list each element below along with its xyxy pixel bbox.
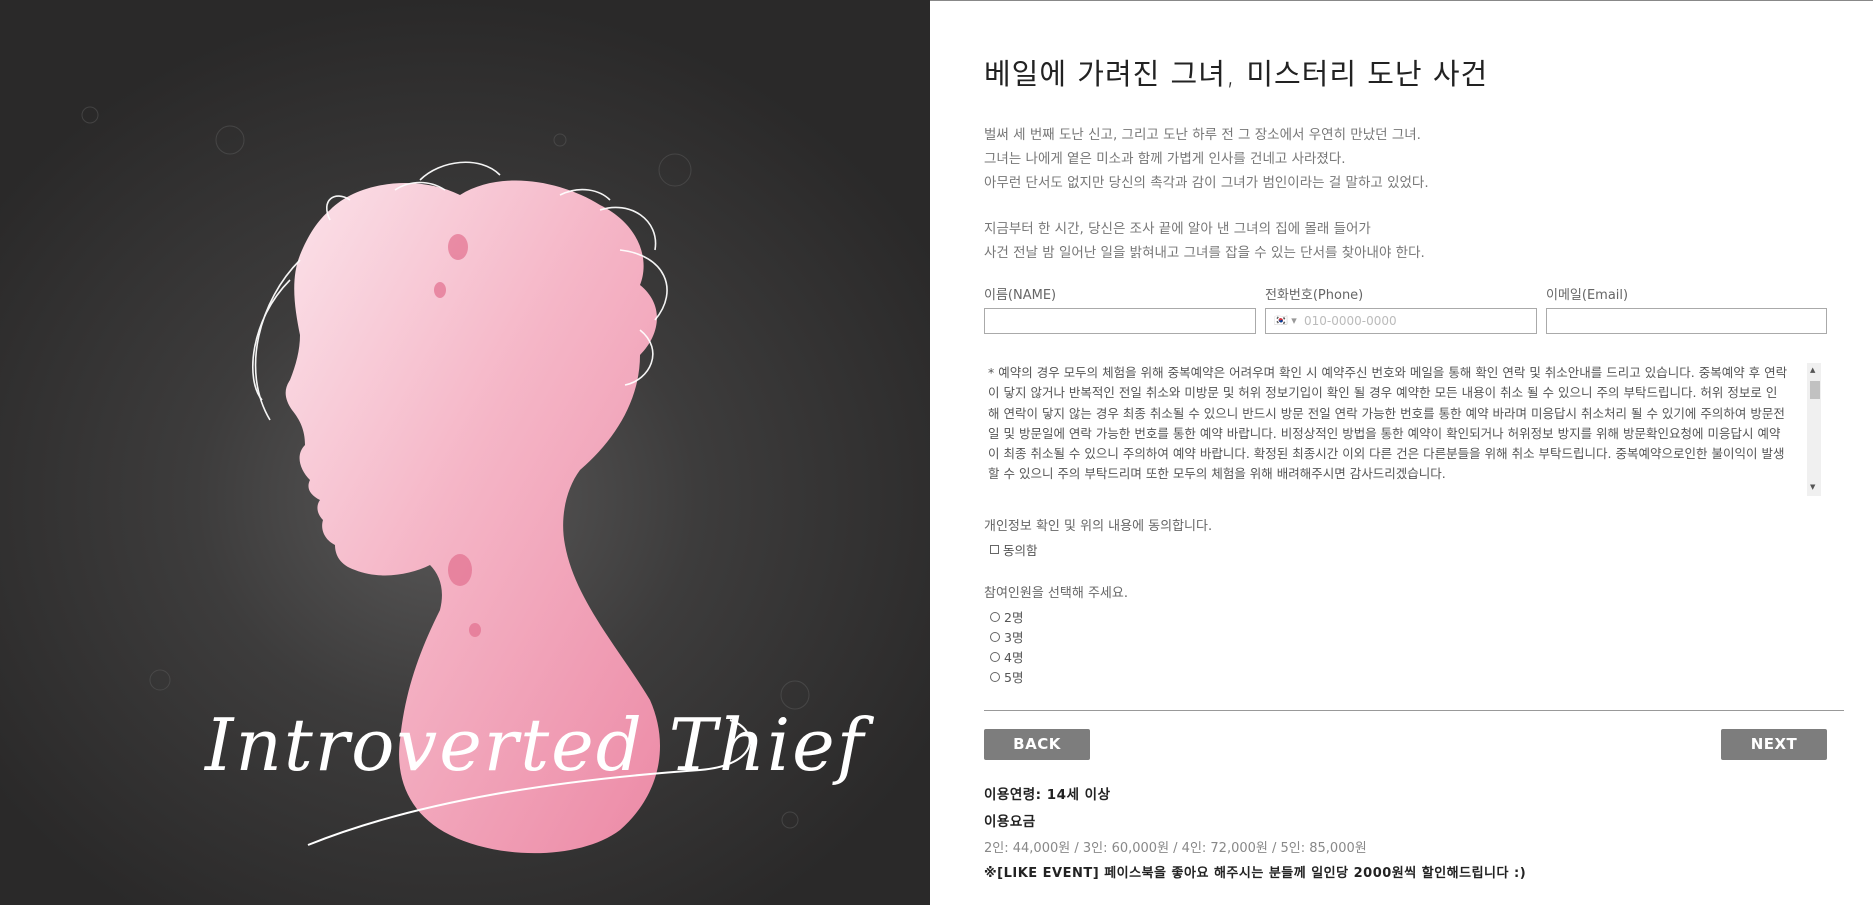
people-option-label: 3명 [1004, 630, 1024, 645]
mission-line: 사건 전날 밤 일어난 일을 밝혀내고 그녀를 잡을 수 있는 단서를 찾아내야… [984, 245, 1425, 261]
hero-panel: Introverted Thief [0, 0, 930, 905]
people-question: 참여인원을 선택해 주세요. [984, 586, 1128, 601]
people-option-5[interactable]: 5명 [990, 667, 1023, 686]
intro-line: 그녀는 나에게 옅은 미소과 함께 가볍게 인사를 건네고 사라졌다. [984, 151, 1346, 167]
fee-text: 2인: 44,000원 / 3인: 60,000원 / 4인: 72,000원 … [984, 841, 1367, 856]
scroll-down-icon[interactable]: ▼ [1810, 483, 1815, 491]
phone-field[interactable]: 🇰🇷 ▾ 010-0000-0000 [1265, 308, 1537, 334]
fee-title: 이용요금 [984, 814, 1036, 830]
people-option-label: 4명 [1004, 650, 1024, 665]
page-title: 베일에 가려진 그녀, 미스터리 도난 사건 [984, 57, 1489, 91]
story-mission: 지금부터 한 시간, 당신은 조사 끝에 알아 낸 그녀의 집에 몰래 들어가 … [984, 217, 1425, 265]
scroll-up-icon[interactable]: ▲ [1810, 366, 1815, 374]
back-button[interactable]: BACK [984, 729, 1090, 760]
intro-line: 아무런 단서도 없지만 당신의 촉각과 감이 그녀가 범인이라는 걸 말하고 있… [984, 175, 1429, 191]
radio-button[interactable] [990, 631, 1000, 642]
booking-form-panel: 베일에 가려진 그녀, 미스터리 도난 사건 벌써 세 번째 도난 신고, 그리… [930, 0, 1873, 905]
people-option-label: 5명 [1004, 670, 1024, 685]
consent-checkbox[interactable] [990, 545, 999, 554]
phone-label: 전화번호(Phone) [1265, 288, 1364, 303]
event-notice: ※[LIKE EVENT] 페이스북을 좋아요 해주시는 분들께 일인당 200… [984, 866, 1527, 881]
people-option-4[interactable]: 4명 [990, 647, 1023, 666]
consent-checkbox-option[interactable]: 동의함 [990, 540, 1038, 559]
people-option-3[interactable]: 3명 [990, 627, 1023, 646]
radio-button[interactable] [990, 671, 1000, 682]
radio-button[interactable] [990, 611, 1000, 622]
email-label: 이메일(Email) [1546, 288, 1629, 303]
consent-option-label: 동의함 [1003, 543, 1038, 558]
phone-placeholder: 010-0000-0000 [1304, 314, 1397, 328]
name-label: 이름(NAME) [984, 288, 1057, 303]
country-flag-icon[interactable]: 🇰🇷 ▾ [1274, 314, 1297, 327]
name-field[interactable] [984, 308, 1256, 334]
scroll-thumb[interactable] [1810, 381, 1820, 399]
story-intro: 벌써 세 번째 도난 신고, 그리고 도난 하루 전 그 장소에서 우연히 만났… [984, 123, 1429, 195]
section-divider [984, 710, 1844, 711]
people-option-label: 2명 [1004, 610, 1024, 625]
age-info: 이용연령: 14세 이상 [984, 787, 1111, 803]
terms-textarea[interactable]: * 예약의 경우 모두의 체험을 위해 중복예약은 어려우며 확인 시 예약주신… [988, 363, 1788, 495]
next-button[interactable]: NEXT [1721, 729, 1827, 760]
hero-illustration: Introverted Thief [81, 106, 875, 854]
intro-line: 벌써 세 번째 도난 신고, 그리고 도난 하루 전 그 장소에서 우연히 만났… [984, 127, 1421, 143]
consent-question: 개인정보 확인 및 위의 내용에 동의합니다. [984, 519, 1213, 534]
radio-button[interactable] [990, 651, 1000, 662]
mission-line: 지금부터 한 시간, 당신은 조사 끝에 알아 낸 그녀의 집에 몰래 들어가 [984, 221, 1371, 237]
people-option-2[interactable]: 2명 [990, 607, 1023, 626]
email-field[interactable] [1546, 308, 1827, 334]
hero-script-title: Introverted Thief [203, 703, 875, 787]
